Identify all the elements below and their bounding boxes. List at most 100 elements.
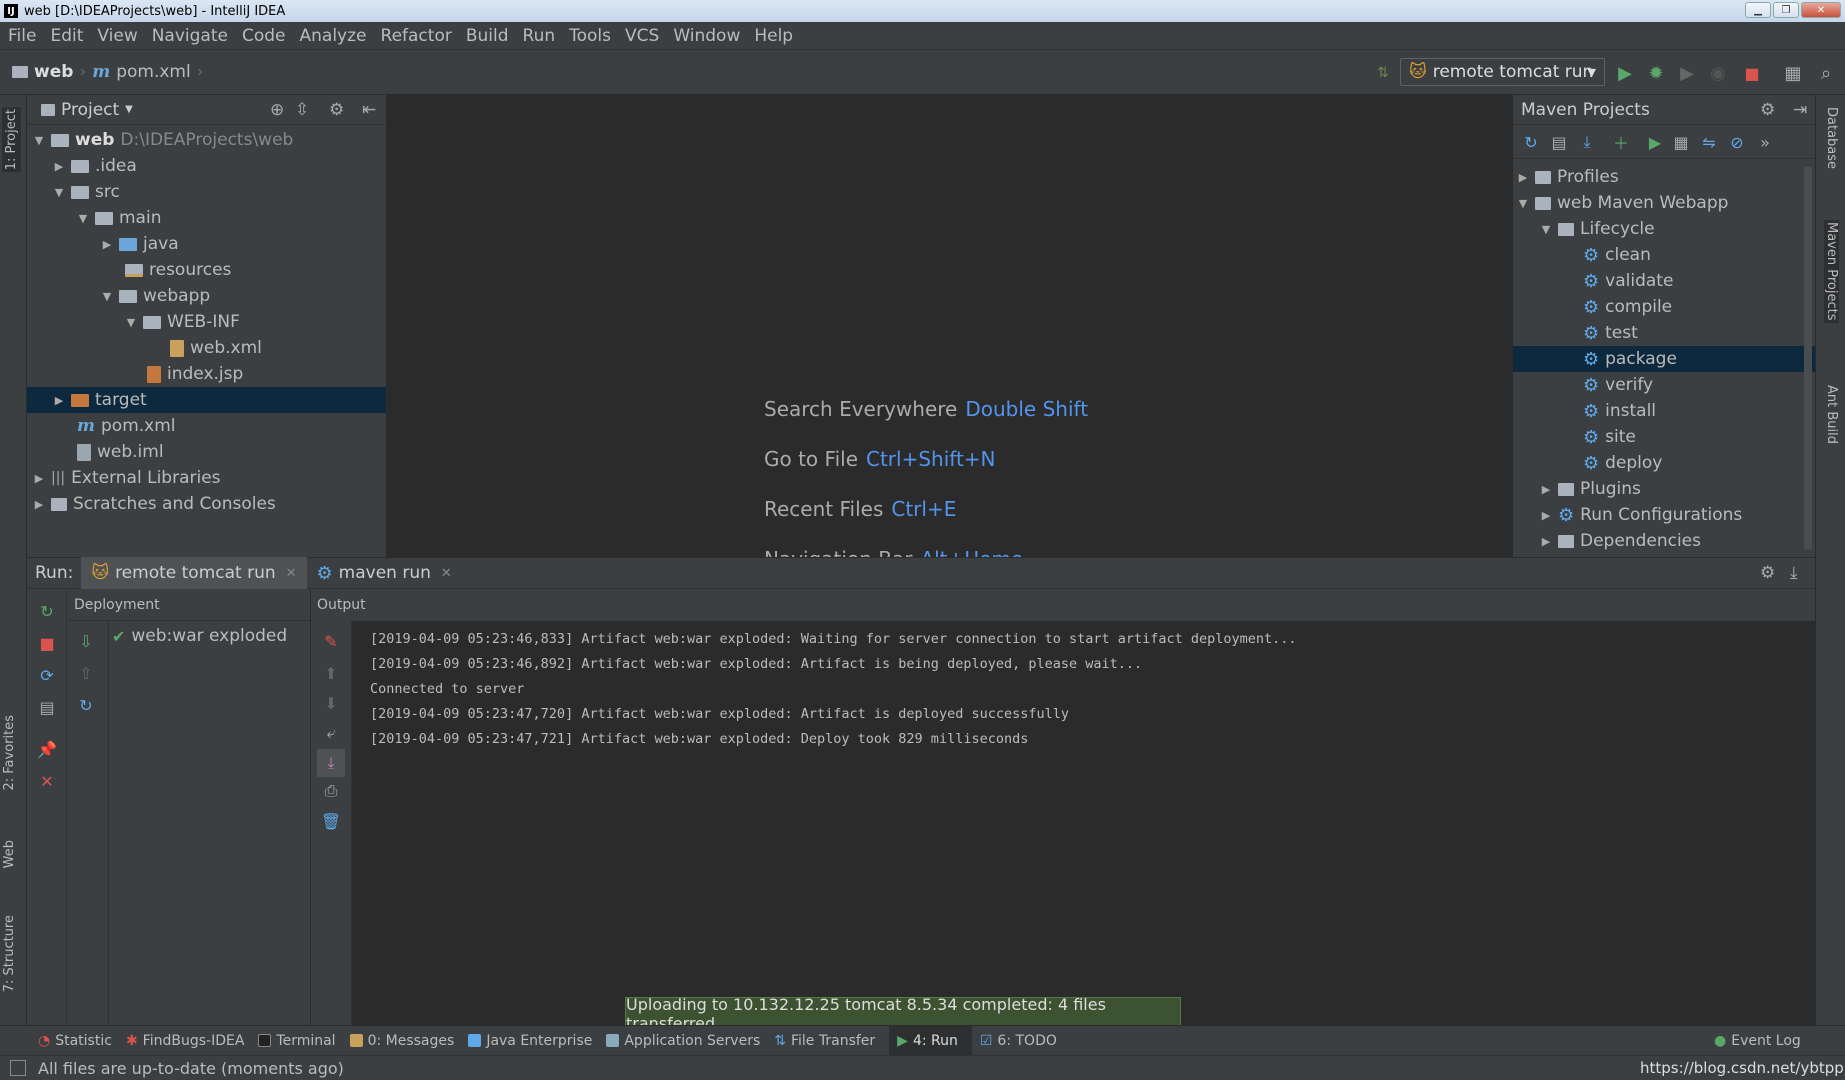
update-icon[interactable]: ⟳ bbox=[35, 663, 59, 687]
menu-window[interactable]: Window bbox=[666, 26, 747, 46]
execute-goal-icon[interactable]: ▦ bbox=[1669, 130, 1693, 154]
chevron-down-icon[interactable]: ▼ bbox=[125, 104, 133, 115]
menu-edit[interactable]: Edit bbox=[43, 26, 90, 46]
tool-terminal[interactable]: Terminal bbox=[258, 1026, 349, 1056]
layout-icon[interactable]: ▤ bbox=[35, 695, 59, 719]
tree-item-pom-xml[interactable]: m pom.xml bbox=[77, 413, 176, 439]
maximize-button[interactable]: ❐ bbox=[1773, 2, 1799, 18]
soft-wrap-icon[interactable]: ⤶ bbox=[319, 721, 343, 745]
run-maven-build-icon[interactable]: ▶ bbox=[1643, 130, 1667, 154]
tree-item-web[interactable]: ▼ web D:\IDEAProjects\web bbox=[33, 127, 294, 153]
toggle-offline-icon[interactable]: ⇋ bbox=[1697, 130, 1721, 154]
menu-code[interactable]: Code bbox=[235, 26, 293, 46]
tree-item-webapp[interactable]: ▼ webapp bbox=[101, 283, 210, 309]
stop-icon[interactable]: ■ bbox=[1741, 62, 1763, 84]
reimport-icon[interactable]: ↻ bbox=[1519, 130, 1543, 154]
project-structure-icon[interactable]: ▦ bbox=[1782, 62, 1804, 84]
maven-item-lifecycle[interactable]: ▼ Lifecycle bbox=[1540, 216, 1655, 242]
breadcrumb-file[interactable]: pom.xml bbox=[116, 62, 191, 82]
up-arrow-icon[interactable]: ⬆ bbox=[319, 661, 343, 685]
project-panel-title[interactable]: Project bbox=[61, 100, 119, 120]
deployment-item[interactable]: ✔ web:war exploded bbox=[112, 623, 287, 649]
menu-build[interactable]: Build bbox=[459, 26, 516, 46]
build-project-icon[interactable]: ⇅ bbox=[1372, 62, 1394, 84]
close-icon[interactable]: ✕ bbox=[441, 566, 452, 581]
tool-run[interactable]: ▶ 4: Run bbox=[889, 1025, 972, 1056]
scroll-to-end-icon[interactable]: ⤓ bbox=[317, 749, 345, 777]
tool-findbugs[interactable]: ✱ FindBugs-IDEA bbox=[126, 1026, 258, 1056]
tool-statistic[interactable]: ◔ Statistic bbox=[0, 1026, 126, 1056]
skip-tests-icon[interactable]: ⊘ bbox=[1725, 130, 1749, 154]
close-window-button[interactable]: ✕ bbox=[1801, 2, 1841, 18]
tree-item-external-libraries[interactable]: ▶ ||| External Libraries bbox=[33, 465, 221, 491]
tree-item-java[interactable]: ▶ java bbox=[101, 231, 179, 257]
tab-project[interactable]: 1: Project bbox=[2, 107, 21, 173]
tool-application-servers[interactable]: Application Servers bbox=[606, 1026, 774, 1056]
gear-icon[interactable]: ⚙ bbox=[1760, 563, 1775, 583]
tree-item-web-xml[interactable]: web.xml bbox=[170, 335, 262, 361]
maven-goal-clean[interactable]: ⚙ clean bbox=[1583, 242, 1651, 268]
hide-panel-icon[interactable]: ⇥ bbox=[1793, 100, 1807, 120]
tool-event-log[interactable]: ● Event Log bbox=[1714, 1026, 1815, 1056]
debug-icon[interactable]: ✹ bbox=[1645, 62, 1667, 84]
gear-icon[interactable]: ⚙ bbox=[1760, 100, 1775, 120]
run-with-coverage-icon[interactable]: ▶ bbox=[1676, 62, 1698, 84]
editor-area[interactable]: Search Everywhere Double Shift Go to File… bbox=[388, 95, 1512, 557]
tree-item-target[interactable]: ▶ target bbox=[27, 387, 386, 413]
maven-item-run-configurations[interactable]: ▶ ⚙ Run Configurations bbox=[1540, 502, 1743, 528]
console-output[interactable]: [2019-04-09 05:23:46,833] Artifact web:w… bbox=[352, 621, 1815, 1025]
menu-help[interactable]: Help bbox=[747, 26, 800, 46]
pin-icon[interactable]: 📌 bbox=[35, 737, 59, 761]
hide-panel-icon[interactable]: ⤓ bbox=[1790, 563, 1798, 583]
run-icon[interactable]: ▶ bbox=[1614, 62, 1636, 84]
print-icon[interactable]: ⎙ bbox=[319, 779, 343, 803]
down-arrow-icon[interactable]: ⬇ bbox=[319, 691, 343, 715]
maven-goal-test[interactable]: ⚙ test bbox=[1583, 320, 1638, 346]
maven-item-dependencies[interactable]: ▶ Dependencies bbox=[1540, 528, 1701, 554]
tab-web[interactable]: Web bbox=[2, 840, 17, 868]
maven-item-plugins[interactable]: ▶ Plugins bbox=[1540, 476, 1641, 502]
tree-item-src[interactable]: ▼ src bbox=[53, 179, 120, 205]
run-configuration-select[interactable]: 🐱 remote tomcat run ▼ bbox=[1400, 58, 1605, 86]
more-icon[interactable]: » bbox=[1753, 130, 1777, 154]
maven-goal-validate[interactable]: ⚙ validate bbox=[1583, 268, 1673, 294]
profile-icon[interactable]: ◉ bbox=[1707, 62, 1729, 84]
tab-favorites[interactable]: 2: Favorites bbox=[2, 715, 17, 791]
locate-icon[interactable]: ⊕ bbox=[270, 100, 284, 120]
refresh-icon[interactable]: ↻ bbox=[74, 693, 98, 717]
tree-item-idea[interactable]: ▶ .idea bbox=[53, 153, 137, 179]
tree-item-index-jsp[interactable]: index.jsp bbox=[147, 361, 243, 387]
menu-vcs[interactable]: VCS bbox=[618, 26, 666, 46]
stop-icon[interactable]: ■ bbox=[35, 631, 59, 655]
tab-structure[interactable]: 7: Structure bbox=[2, 915, 17, 992]
clear-icon[interactable]: ✎ bbox=[319, 629, 343, 653]
maven-scrollbar[interactable] bbox=[1804, 167, 1812, 549]
maven-goal-package[interactable]: ⚙ package bbox=[1513, 346, 1815, 372]
menu-refactor[interactable]: Refactor bbox=[374, 26, 459, 46]
close-icon[interactable]: ✕ bbox=[35, 769, 59, 793]
tool-windows-toggle-icon[interactable] bbox=[10, 1060, 26, 1076]
maven-goal-verify[interactable]: ⚙ verify bbox=[1583, 372, 1653, 398]
tree-item-resources[interactable]: resources bbox=[125, 257, 231, 283]
breadcrumb-project[interactable]: web bbox=[34, 62, 73, 82]
collapse-all-icon[interactable]: ⇳ bbox=[295, 100, 309, 120]
tab-maven-run[interactable]: ⚙ maven run ✕ bbox=[307, 557, 462, 589]
tab-database[interactable]: Database bbox=[1824, 107, 1839, 169]
menu-navigate[interactable]: Navigate bbox=[145, 26, 235, 46]
tree-item-web-iml[interactable]: web.iml bbox=[77, 439, 164, 465]
tool-java-enterprise[interactable]: Java Enterprise bbox=[468, 1026, 606, 1056]
menu-analyze[interactable]: Analyze bbox=[293, 26, 374, 46]
download-icon[interactable]: ⤓ bbox=[1575, 130, 1599, 154]
trash-icon[interactable]: 🗑 bbox=[319, 809, 343, 833]
add-icon[interactable]: ＋ bbox=[1609, 130, 1633, 154]
maven-goal-install[interactable]: ⚙ install bbox=[1583, 398, 1656, 424]
maven-item-profiles[interactable]: ▶ Profiles bbox=[1517, 164, 1619, 190]
tool-file-transfer[interactable]: ⇅ File Transfer bbox=[774, 1026, 889, 1056]
tool-messages[interactable]: 0: Messages bbox=[349, 1026, 469, 1056]
gear-icon[interactable]: ⚙ bbox=[329, 100, 344, 120]
search-icon[interactable]: ⌕ bbox=[1815, 62, 1837, 84]
menu-file[interactable]: File bbox=[0, 26, 43, 46]
maven-goal-compile[interactable]: ⚙ compile bbox=[1583, 294, 1672, 320]
tree-item-scratches[interactable]: ▶ Scratches and Consoles bbox=[33, 491, 276, 517]
maven-item-project[interactable]: ▼ web Maven Webapp bbox=[1517, 190, 1729, 216]
